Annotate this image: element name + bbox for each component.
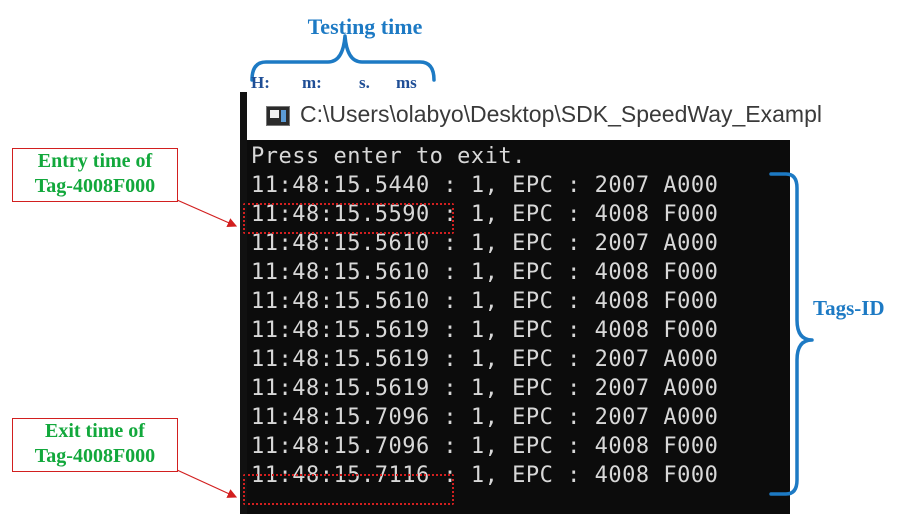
exit-arrow <box>176 469 238 498</box>
entry-arrow <box>176 199 238 228</box>
annotation-arrows <box>176 199 238 498</box>
